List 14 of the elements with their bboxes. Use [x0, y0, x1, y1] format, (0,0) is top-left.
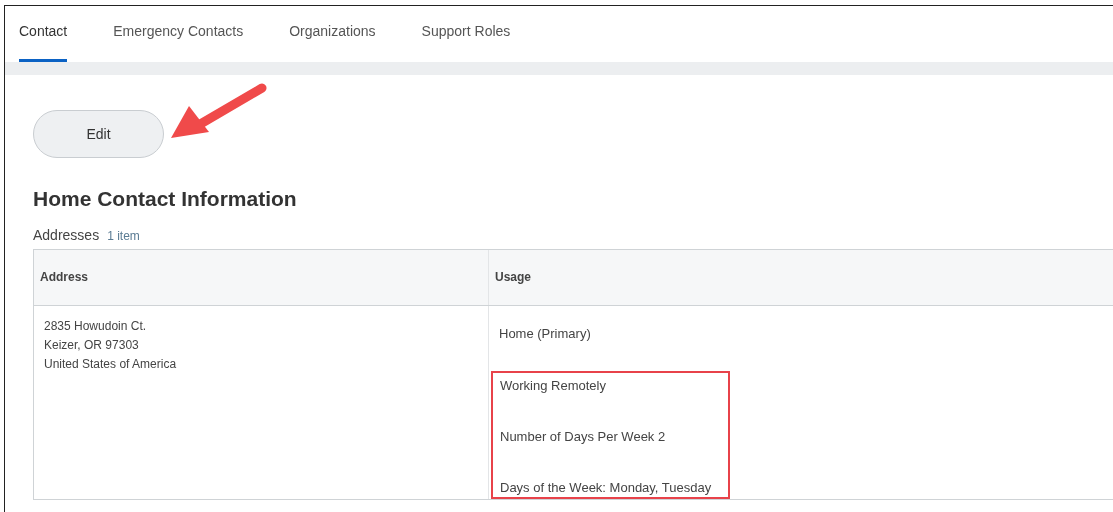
addresses-label: Addresses — [33, 227, 100, 243]
tab[interactable]: Emergency Contacts — [90, 6, 267, 62]
usage-text: Number of Days Per Week 2 — [500, 429, 667, 444]
edit-button[interactable]: Edit — [33, 110, 164, 158]
tab[interactable]: Organizations — [266, 6, 399, 62]
item-count: 1 item — [107, 229, 140, 243]
tab[interactable]: Support Roles — [398, 6, 534, 62]
address-cell: 2835 Howudoin Ct. Keizer, OR 97303 United States of America — [34, 306, 489, 499]
column-header: Address — [34, 250, 489, 305]
section-title: Home Contact Information — [33, 187, 298, 211]
usage-text: Working Remotely — [500, 378, 607, 393]
usage-text: Home (Primary) — [498, 326, 592, 343]
column-header: Usage — [494, 269, 533, 286]
usage-text: Days of the Week: Monday, Tuesday — [500, 480, 713, 495]
